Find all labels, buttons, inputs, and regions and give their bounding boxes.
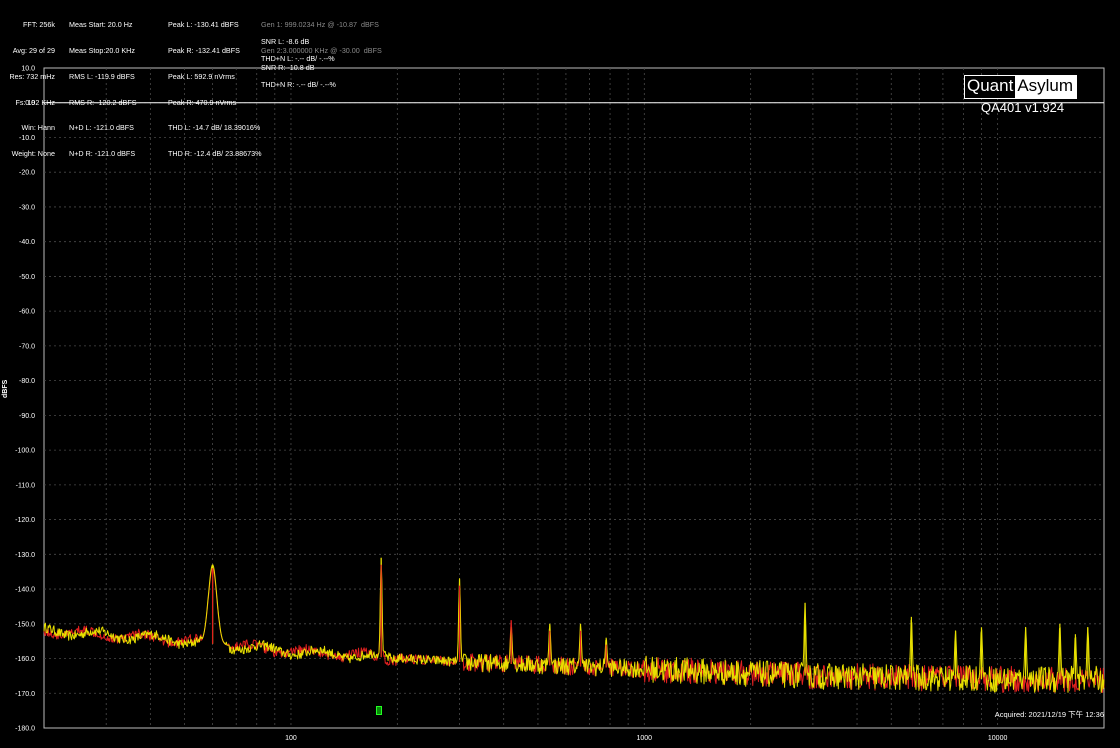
stat-win: Win: Hann	[21, 123, 55, 133]
y-tick-label: -130.0	[15, 552, 35, 559]
logo-asylum-text: Asylum	[1015, 76, 1077, 98]
y-tick-label: -120.0	[15, 517, 35, 524]
stat-thd-r: THD R: -12.4 dB/ 23.88673%	[168, 149, 262, 159]
stats-column-rms: Meas Start: 20.0 Hz Meas Stop:20.0 KHz R…	[69, 4, 137, 167]
stats-column-thdn: THD+N L: -.-- dB/ -.--% THD+N R: -.-- dB…	[261, 38, 336, 98]
stat-meas-stop: Meas Stop:20.0 KHz	[69, 45, 135, 55]
stat-peak-l-dbfs: Peak L: -130.41 dBFS	[168, 20, 239, 30]
stat-meas-start: Meas Start: 20.0 Hz	[69, 20, 133, 30]
plot-area	[43, 557, 1105, 693]
series-line-l	[43, 557, 1105, 693]
y-tick-label: -170.0	[15, 691, 35, 698]
version-label: QA401 v1.924	[981, 100, 1065, 115]
y-axis-label: dBFS	[2, 379, 9, 398]
y-tick-label: -20.0	[19, 170, 35, 177]
stat-nd-r: N+D R: -121.0 dBFS	[69, 149, 136, 159]
stat-res: Res: 732 mHz	[9, 71, 55, 81]
y-tick-label: -30.0	[19, 204, 35, 211]
stat-peak-r-vrms: Peak R: 470.9 nVrms	[168, 97, 237, 107]
stat-rms-r: RMS R: -120.2 dBFS	[69, 97, 137, 107]
stat-fs: Fs: 192 KHz	[15, 97, 55, 107]
y-tick-label: -80.0	[19, 378, 35, 385]
marker-handle[interactable]	[376, 706, 382, 715]
stat-avg: Avg: 29 of 29	[12, 45, 55, 55]
stat-peak-l-vrms: Peak L: 592.9 nVrms	[168, 71, 235, 81]
y-tick-label: -110.0	[16, 482, 35, 489]
stats-column-peak: Peak L: -130.41 dBFS Peak R: -132.41 dBF…	[168, 4, 262, 167]
y-tick-label: -50.0	[19, 274, 35, 281]
stat-thd-l: THD L: -14.7 dB/ 18.39016%	[168, 123, 261, 133]
y-tick-label: -180.0	[15, 726, 35, 733]
y-tick-label: -100.0	[15, 448, 35, 455]
stat-thdn-r: THD+N R: -.-- dB/ -.--%	[261, 79, 336, 89]
y-tick-label: -90.0	[19, 413, 35, 420]
x-tick-label: 100	[285, 735, 297, 742]
stat-fft: FFT: 256k	[23, 20, 55, 30]
y-tick-label: -150.0	[15, 621, 35, 628]
y-tick-label: -140.0	[15, 587, 35, 594]
y-tick-label: -70.0	[19, 343, 35, 350]
stat-rms-l: RMS L: -119.9 dBFS	[69, 71, 135, 81]
y-tick-label: -40.0	[19, 239, 35, 246]
stats-column-fft: FFT: 256k Avg: 29 of 29 Res: 732 mHz Fs:…	[0, 4, 55, 167]
quantasylum-logo: Quant Asylum	[964, 75, 1078, 99]
acquired-timestamp: Acquired: 2021/12/19 下午 12:36	[994, 710, 1104, 719]
y-tick-label: -60.0	[19, 309, 35, 316]
x-tick-label: 10000	[988, 735, 1008, 742]
x-tick-label: 1000	[637, 735, 653, 742]
stat-thdn-l: THD+N L: -.-- dB/ -.--%	[261, 54, 335, 64]
logo-quant-text: Quant	[965, 76, 1016, 98]
y-tick-label: -160.0	[15, 656, 35, 663]
stat-peak-r-dbfs: Peak R: -132.41 dBFS	[168, 45, 240, 55]
stat-nd-l: N+D L: -121.0 dBFS	[69, 123, 134, 133]
stat-weight: Weight: None	[11, 149, 55, 159]
